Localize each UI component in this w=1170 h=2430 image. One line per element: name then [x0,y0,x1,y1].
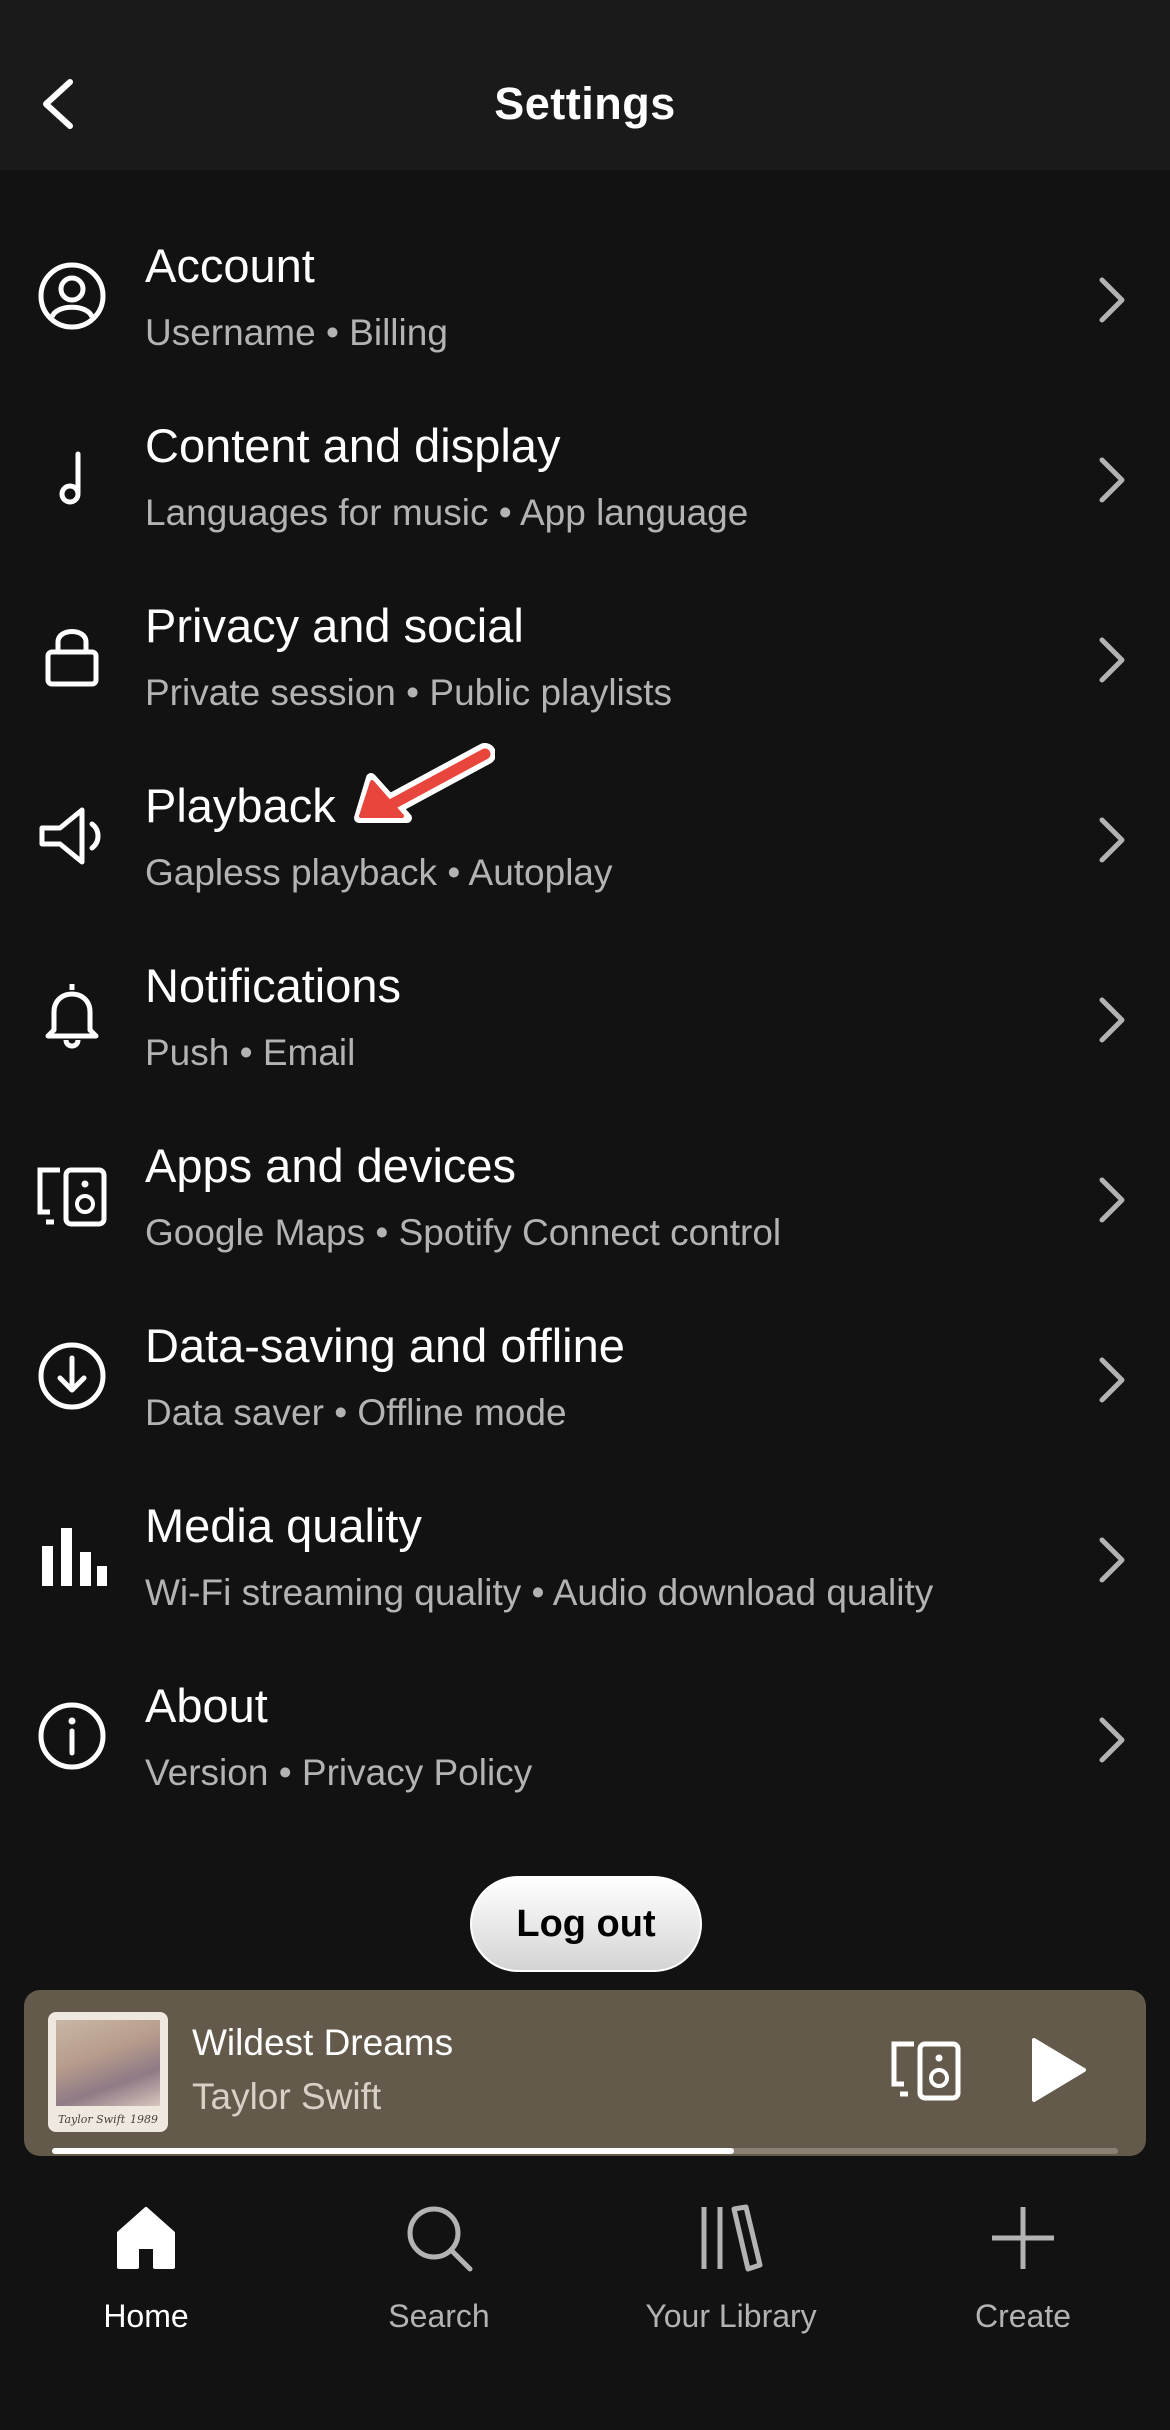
logout-button[interactable]: Log out [470,1876,702,1972]
track-artist: Taylor Swift [192,2076,382,2117]
album-photo [56,2020,160,2106]
mini-player[interactable]: Taylor Swift 1989 Wildest Dreams Taylor … [24,1990,1146,2156]
track-title: Wildest Dreams [192,2022,454,2063]
chevron-right-icon [1099,817,1125,863]
bottom-nav: Home Search Your Library Create [0,2170,1170,2430]
playback-progress-fill [52,2148,735,2154]
settings-list: Account Username • Billing Content and d… [0,220,1170,1840]
play-icon[interactable] [1028,2036,1088,2104]
playback-progress[interactable] [52,2148,1118,2154]
settings-item-media-quality[interactable]: Media quality Wi-Fi streaming quality • … [0,1480,1170,1660]
nav-label: Search [388,2298,490,2334]
music-note-icon [36,440,108,512]
account-icon [36,260,108,332]
info-icon [36,1700,108,1772]
nav-label: Your Library [645,2298,817,2334]
plus-icon [985,2200,1061,2276]
settings-item-title: About [145,1679,268,1732]
nav-label: Create [974,2298,1072,2334]
chevron-right-icon [1099,277,1125,323]
settings-item-apps-devices[interactable]: Apps and devices Google Maps • Spotify C… [0,1120,1170,1300]
settings-item-subtitle: Data saver • Offline mode [145,1392,567,1433]
chevron-right-icon [1099,1537,1125,1583]
speaker-icon [36,800,108,872]
library-icon [693,2200,769,2276]
settings-screen: Settings Account Username • Billing Cont… [0,0,1170,2430]
settings-item-data-saving[interactable]: Data-saving and offline Data saver • Off… [0,1300,1170,1480]
nav-label: Home [103,2298,189,2334]
home-icon [108,2200,184,2276]
settings-item-subtitle: Gapless playback • Autoplay [145,852,613,893]
settings-item-title: Media quality [145,1499,422,1552]
nav-create[interactable]: Create [903,2200,1143,2340]
settings-item-subtitle: Username • Billing [145,312,448,353]
settings-item-subtitle: Wi-Fi streaming quality • Audio download… [145,1572,934,1613]
album-caption: Taylor Swift [58,2113,126,2126]
header: Settings [0,0,1170,170]
settings-item-title: Privacy and social [145,599,524,652]
devices-icon [36,1160,108,1232]
search-icon [401,2200,477,2276]
settings-item-title: Data-saving and offline [145,1319,625,1372]
chevron-right-icon [1099,1717,1125,1763]
settings-item-playback[interactable]: Playback Gapless playback • Autoplay [0,760,1170,940]
settings-item-subtitle: Push • Email [145,1032,356,1073]
nav-home[interactable]: Home [26,2200,266,2340]
chevron-right-icon [1099,637,1125,683]
settings-item-privacy[interactable]: Privacy and social Private session • Pub… [0,580,1170,760]
settings-item-content-display[interactable]: Content and display Languages for music … [0,400,1170,580]
page-title: Settings [494,78,676,129]
bell-icon [36,980,108,1052]
settings-item-subtitle: Version • Privacy Policy [145,1752,533,1793]
settings-item-title: Playback [145,779,336,832]
album-year: 1989 [130,2113,158,2126]
chevron-right-icon [1099,997,1125,1043]
chevron-right-icon [1099,1357,1125,1403]
settings-item-subtitle: Languages for music • App language [145,492,749,533]
settings-item-title: Notifications [145,959,401,1012]
annotation-arrow-icon [354,743,495,823]
nav-your-library[interactable]: Your Library [611,2200,851,2340]
album-art[interactable]: Taylor Swift 1989 [48,2012,168,2132]
settings-item-title: Apps and devices [145,1139,517,1192]
lock-icon [36,620,108,692]
settings-item-title: Content and display [145,419,561,472]
chevron-right-icon [1099,1177,1125,1223]
settings-item-subtitle: Google Maps • Spotify Connect control [145,1212,782,1253]
settings-item-subtitle: Private session • Public playlists [145,672,673,713]
download-icon [36,1340,108,1412]
nav-search[interactable]: Search [319,2200,559,2340]
settings-item-title: Account [145,239,315,292]
settings-item-about[interactable]: About Version • Privacy Policy [0,1660,1170,1840]
settings-item-account[interactable]: Account Username • Billing [0,220,1170,400]
bar-chart-icon [36,1520,108,1592]
chevron-right-icon [1099,457,1125,503]
settings-item-notifications[interactable]: Notifications Push • Email [0,940,1170,1120]
connect-device-icon[interactable] [890,2038,962,2102]
